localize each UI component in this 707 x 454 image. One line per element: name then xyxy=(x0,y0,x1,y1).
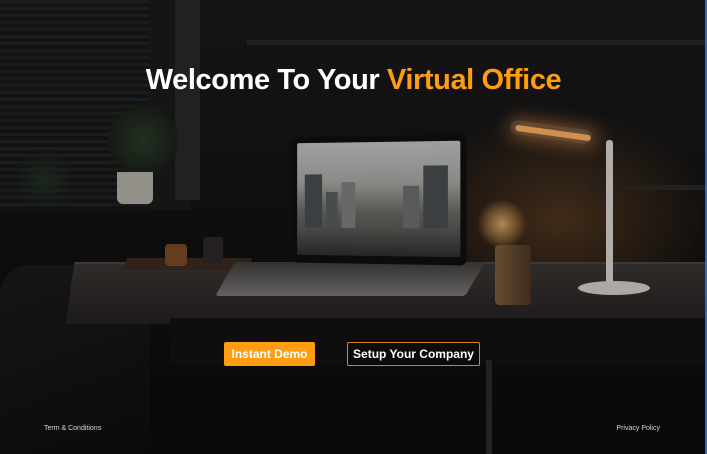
instant-demo-button[interactable]: Instant Demo xyxy=(224,342,315,366)
privacy-link[interactable]: Privacy Policy xyxy=(616,425,660,432)
hero-title: Welcome To Your Virtual Office xyxy=(0,64,707,97)
terms-link[interactable]: Term & Conditions xyxy=(44,425,101,432)
hero-title-prefix: Welcome To Your xyxy=(145,64,387,96)
setup-company-button[interactable]: Setup Your Company xyxy=(347,342,480,366)
hero-title-highlight: Virtual Office xyxy=(386,64,562,96)
